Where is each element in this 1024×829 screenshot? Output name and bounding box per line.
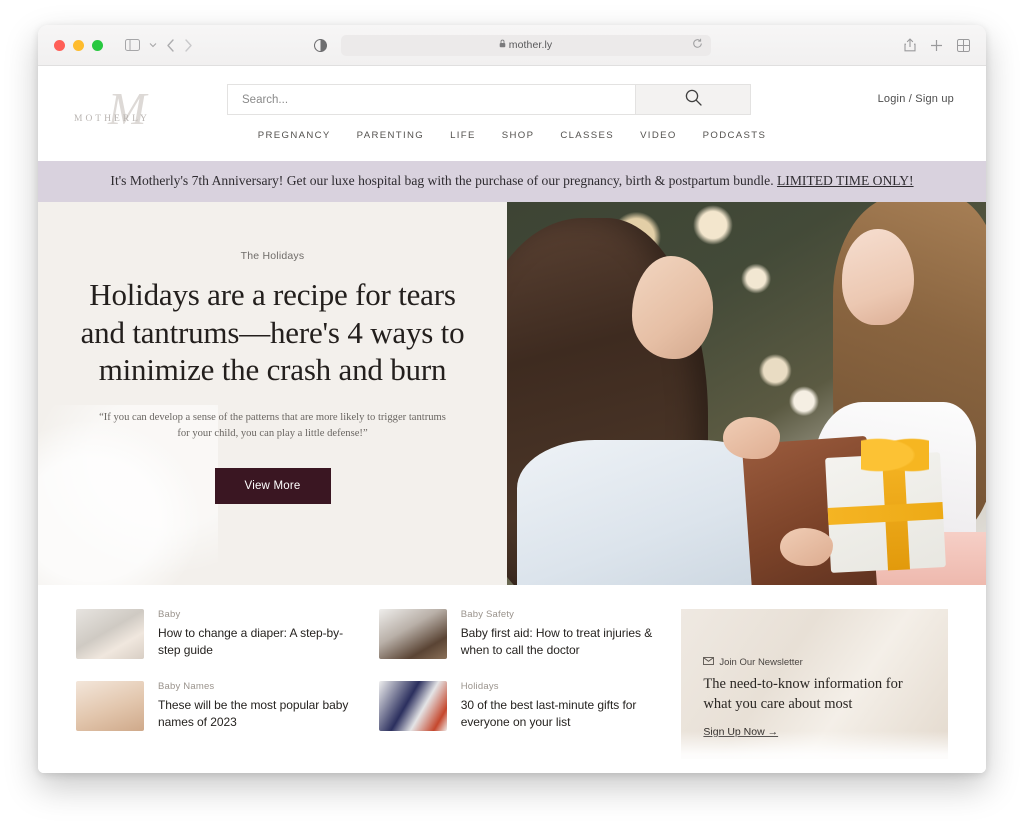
- logo-wordmark: MOTHERLY: [74, 114, 150, 124]
- girl-face: [842, 229, 915, 325]
- article-title[interactable]: How to change a diaper: A step-by-step g…: [158, 625, 355, 657]
- url-text-wrap: mother.ly: [499, 39, 553, 51]
- newsletter-signup-card[interactable]: Join Our Newsletter The need-to-know inf…: [681, 609, 948, 760]
- article-title[interactable]: These will be the most popular baby name…: [158, 697, 355, 729]
- nav-item-parenting[interactable]: PARENTING: [357, 130, 424, 141]
- nav-item-pregnancy[interactable]: PREGNANCY: [258, 130, 331, 141]
- hero-image[interactable]: [507, 202, 986, 586]
- article-text: Baby Safety Baby first aid: How to treat…: [461, 609, 658, 659]
- reload-icon[interactable]: [692, 38, 703, 52]
- article-column-left: Baby How to change a diaper: A step-by-s…: [76, 609, 355, 759]
- address-bar[interactable]: mother.ly: [340, 34, 711, 56]
- hero-quote: “If you can develop a sense of the patte…: [99, 411, 446, 439]
- search-submit-button[interactable]: [635, 84, 751, 115]
- article-title[interactable]: Baby first aid: How to treat injuries & …: [461, 625, 658, 657]
- login-signup-link[interactable]: Login / Sign up: [878, 93, 954, 105]
- plus-icon[interactable]: [930, 39, 943, 52]
- hero-copy: The Holidays Holidays are a recipe for t…: [38, 202, 507, 596]
- banner-text: It's Motherly's 7th Anniversary! Get our…: [110, 173, 777, 188]
- window-controls[interactable]: [54, 39, 103, 51]
- article-title[interactable]: 30 of the best last-minute gifts for eve…: [461, 697, 658, 729]
- article-category[interactable]: Baby Safety: [461, 609, 658, 620]
- search-input[interactable]: [227, 84, 635, 115]
- back-arrow-icon[interactable]: [166, 38, 175, 52]
- article-category[interactable]: Baby Names: [158, 681, 355, 692]
- article-category[interactable]: Holidays: [461, 681, 658, 692]
- hero-headline[interactable]: Holidays are a recipe for tears and tant…: [78, 276, 467, 388]
- privacy-report-icon[interactable]: [313, 38, 327, 52]
- forward-arrow-icon[interactable]: [184, 38, 193, 52]
- toolbar-right-icons: [904, 38, 970, 52]
- article-text: Holidays 30 of the best last-minute gift…: [461, 681, 658, 731]
- web-page: M MOTHERLY Login / Sign up PREGNANCY PAR…: [38, 66, 986, 773]
- baby-smiling-thumb: [76, 681, 144, 732]
- close-window-button[interactable]: [54, 39, 65, 51]
- mother-face: [631, 256, 713, 360]
- hero-section: The Holidays Holidays are a recipe for t…: [38, 202, 986, 596]
- baby-first-aid-thumb: [378, 609, 447, 660]
- envelope-icon: [703, 657, 715, 668]
- newsletter-signup-link[interactable]: Sign Up Now →: [703, 726, 778, 738]
- article-column-middle: Baby Safety Baby first aid: How to treat…: [378, 609, 658, 759]
- minimize-window-button[interactable]: [73, 39, 84, 51]
- article-text: Baby Names These will be the most popula…: [158, 681, 355, 731]
- url-label: mother.ly: [508, 39, 553, 51]
- share-icon[interactable]: [904, 38, 916, 52]
- hero-photo: [507, 202, 986, 586]
- lock-icon: [499, 39, 506, 51]
- search-icon: [685, 89, 702, 111]
- newsletter-headline: The need-to-know information for what yo…: [703, 676, 903, 712]
- gift-bow: [861, 432, 929, 479]
- article-category[interactable]: Baby: [158, 609, 355, 620]
- nav-item-video[interactable]: VIDEO: [640, 130, 677, 141]
- hero-eyebrow: The Holidays: [240, 250, 305, 263]
- site-header: M MOTHERLY Login / Sign up PREGNANCY PAR…: [38, 66, 986, 161]
- nav-item-shop[interactable]: SHOP: [502, 130, 535, 141]
- toolbar-center: mother.ly: [302, 34, 722, 56]
- sidebar-toggle-icon[interactable]: [125, 39, 140, 51]
- article-text: Baby How to change a diaper: A step-by-s…: [158, 609, 355, 659]
- holiday-gifts-thumb: [378, 681, 447, 732]
- article-card[interactable]: Baby Safety Baby first aid: How to treat…: [378, 609, 658, 660]
- browser-window: mother.ly M MOTHERLY Search... Login / S…: [38, 25, 986, 773]
- nav-item-podcasts[interactable]: PODCASTS: [703, 130, 767, 141]
- logo-monogram: M: [108, 83, 147, 134]
- nav-item-classes[interactable]: CLASSES: [560, 130, 614, 141]
- announcement-banner: It's Motherly's 7th Anniversary! Get our…: [38, 161, 986, 203]
- screenshot-root: mother.ly M MOTHERLY Search... Login / S…: [0, 0, 1024, 829]
- article-card[interactable]: Baby Names These will be the most popula…: [76, 681, 355, 732]
- toolbar-left-icons: [125, 38, 193, 52]
- maximize-window-button[interactable]: [92, 39, 103, 51]
- mother-hand: [722, 416, 781, 459]
- main-navigation: PREGNANCY PARENTING LIFE SHOP CLASSES VI…: [38, 130, 986, 141]
- newsletter-eyebrow-row: Join Our Newsletter: [703, 657, 926, 668]
- browser-toolbar: mother.ly: [38, 25, 986, 66]
- nav-item-life[interactable]: LIFE: [450, 130, 476, 141]
- article-card[interactable]: Baby How to change a diaper: A step-by-s…: [76, 609, 355, 660]
- baby-diaper-thumb: [76, 609, 144, 660]
- tab-overview-icon[interactable]: [957, 38, 970, 52]
- girl-hand: [780, 527, 833, 567]
- article-card[interactable]: Holidays 30 of the best last-minute gift…: [378, 681, 658, 732]
- banner-link[interactable]: LIMITED TIME ONLY!: [777, 173, 914, 188]
- view-more-button[interactable]: View More: [214, 467, 331, 504]
- newsletter-eyebrow: Join Our Newsletter: [719, 657, 803, 669]
- search-bar[interactable]: [227, 84, 751, 115]
- chevron-down-icon[interactable]: [149, 42, 157, 48]
- article-strip: Baby How to change a diaper: A step-by-s…: [38, 585, 986, 760]
